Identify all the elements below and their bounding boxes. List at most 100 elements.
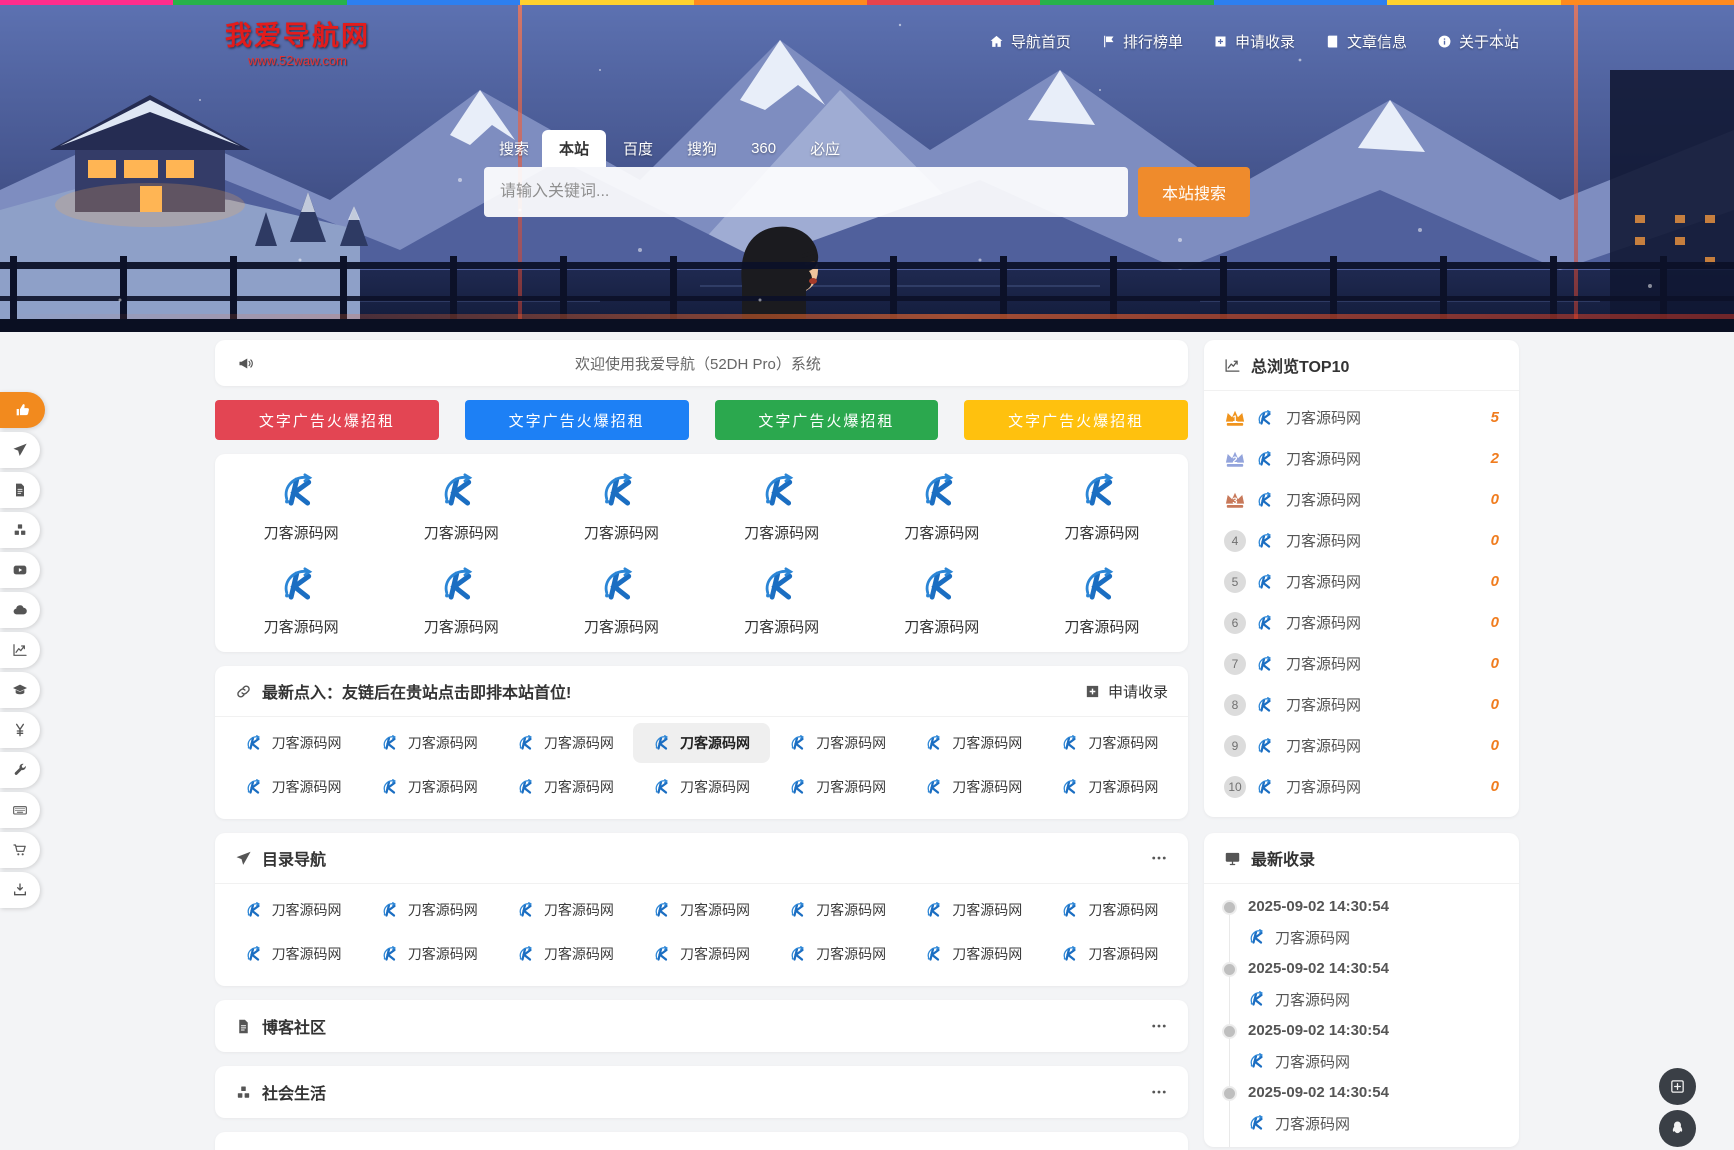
ad-banner[interactable]: 文字广告火爆招租 [215,400,439,440]
dock-button[interactable] [0,552,40,588]
site-logo-icon [1061,733,1081,753]
dock-button[interactable] [0,392,45,428]
site-link[interactable]: 刀客源码网 [225,890,361,930]
dock-button[interactable] [0,672,40,708]
nav-item-label: 排行榜单 [1123,31,1183,52]
search-engine-tab[interactable]: 搜狗 [670,130,734,167]
site-card[interactable]: 刀客源码网 [862,560,1022,640]
search-button[interactable]: 本站搜索 [1138,167,1250,217]
site-link[interactable]: 刀客源码网 [770,767,906,807]
search-input[interactable] [484,167,1128,217]
site-link[interactable]: 刀客源码网 [1042,890,1178,930]
site-link[interactable]: 刀客源码网 [906,767,1042,807]
site-link[interactable]: 刀客源码网 [497,723,633,763]
dock-button[interactable] [0,632,40,668]
dock-button[interactable] [0,832,40,868]
top10-row[interactable]: 7 刀客源码网 0 [1204,643,1519,684]
top10-row[interactable]: 10 刀客源码网 0 [1204,766,1519,807]
site-link[interactable]: 刀客源码网 [633,890,769,930]
ad-banner[interactable]: 文字广告火爆招租 [465,400,689,440]
site-link[interactable]: 刀客源码网 [906,890,1042,930]
top10-row[interactable]: 1 刀客源码网 5 [1204,397,1519,438]
top10-row[interactable]: 4 刀客源码网 0 [1204,520,1519,561]
site-link[interactable]: 刀客源码网 [1042,934,1178,974]
nav-item[interactable]: 导航首页 [989,31,1071,52]
strip-segment [520,0,693,5]
dock-button[interactable] [0,432,40,468]
entry-site-link[interactable]: 刀客源码网 [1248,987,1503,1011]
dock-button[interactable] [0,752,40,788]
more-button[interactable] [1150,849,1168,867]
site-link[interactable]: 刀客源码网 [497,767,633,807]
top10-row[interactable]: 3 刀客源码网 0 [1204,479,1519,520]
site-card[interactable]: 刀客源码网 [702,560,862,640]
top10-row[interactable]: 2 刀客源码网 2 [1204,438,1519,479]
site-link[interactable]: 刀客源码网 [770,934,906,974]
nav-item[interactable]: 申请收录 [1213,31,1295,52]
dock-button[interactable] [0,872,40,908]
site-card[interactable]: 刀客源码网 [221,466,381,546]
dock-button[interactable] [0,472,40,508]
site-card[interactable]: 刀客源码网 [381,560,541,640]
site-card[interactable]: 刀客源码网 [221,560,381,640]
search-engine-tabs: 搜索 本站百度搜狗360必应 [484,130,1250,167]
site-logo[interactable]: 我爱导航网 www.52waw.com [225,14,370,68]
search-engine-tab[interactable]: 必应 [793,130,857,167]
view-count: 0 [1491,696,1499,713]
site-link[interactable]: 刀客源码网 [633,723,769,763]
entry-time: 2025-09-02 14:30:54 [1248,1082,1503,1104]
apply-include-button[interactable]: 申请收录 [1084,681,1168,702]
dock-button[interactable] [0,512,40,548]
ad-banner[interactable]: 文字广告火爆招租 [715,400,939,440]
site-link[interactable]: 刀客源码网 [906,723,1042,763]
site-link-name: 刀客源码网 [1088,944,1158,964]
site-link[interactable]: 刀客源码网 [633,767,769,807]
site-link[interactable]: 刀客源码网 [770,723,906,763]
site-card[interactable]: 刀客源码网 [1022,466,1182,546]
entry-site-link[interactable]: 刀客源码网 [1248,1049,1503,1073]
top10-site-name: 刀客源码网 [1286,489,1361,510]
search-engine-tab[interactable]: 本站 [542,130,606,167]
site-link[interactable]: 刀客源码网 [1042,723,1178,763]
top10-row[interactable]: 8 刀客源码网 0 [1204,684,1519,725]
site-link[interactable]: 刀客源码网 [225,723,361,763]
top10-row[interactable]: 6 刀客源码网 0 [1204,602,1519,643]
site-card[interactable]: 刀客源码网 [1022,560,1182,640]
top10-row[interactable]: 9 刀客源码网 0 [1204,725,1519,766]
site-card[interactable]: 刀客源码网 [541,560,701,640]
site-card[interactable]: 刀客源码网 [862,466,1022,546]
search-engine-tab[interactable]: 360 [734,130,793,167]
site-card[interactable]: 刀客源码网 [381,466,541,546]
floating-button[interactable] [1659,1110,1696,1147]
nav-item[interactable]: 排行榜单 [1101,31,1183,52]
nav-item[interactable]: 文章信息 [1325,31,1407,52]
dock-button[interactable] [0,712,40,748]
search-engine-tab[interactable]: 百度 [606,130,670,167]
site-link[interactable]: 刀客源码网 [497,890,633,930]
site-link[interactable]: 刀客源码网 [225,767,361,807]
entry-site-link[interactable]: 刀客源码网 [1248,1111,1503,1135]
site-card[interactable]: 刀客源码网 [541,466,701,546]
more-button[interactable] [1150,1083,1168,1101]
site-card[interactable]: 刀客源码网 [702,466,862,546]
entry-site-link[interactable]: 刀客源码网 [1248,925,1503,949]
site-link-name: 刀客源码网 [1088,777,1158,797]
ad-banner[interactable]: 文字广告火爆招租 [964,400,1188,440]
search-group-label: 搜索 [486,130,542,167]
site-link[interactable]: 刀客源码网 [633,934,769,974]
floating-button[interactable] [1659,1068,1696,1105]
site-link[interactable]: 刀客源码网 [361,890,497,930]
dock-button[interactable] [0,592,40,628]
nav-item[interactable]: 关于本站 [1437,31,1519,52]
site-link[interactable]: 刀客源码网 [225,934,361,974]
dock-button[interactable] [0,792,40,828]
site-link[interactable]: 刀客源码网 [361,723,497,763]
top10-row[interactable]: 5 刀客源码网 0 [1204,561,1519,602]
site-link[interactable]: 刀客源码网 [770,890,906,930]
site-link[interactable]: 刀客源码网 [1042,767,1178,807]
site-link[interactable]: 刀客源码网 [361,767,497,807]
site-link[interactable]: 刀客源码网 [497,934,633,974]
site-link[interactable]: 刀客源码网 [906,934,1042,974]
site-link[interactable]: 刀客源码网 [361,934,497,974]
more-button[interactable] [1150,1017,1168,1035]
